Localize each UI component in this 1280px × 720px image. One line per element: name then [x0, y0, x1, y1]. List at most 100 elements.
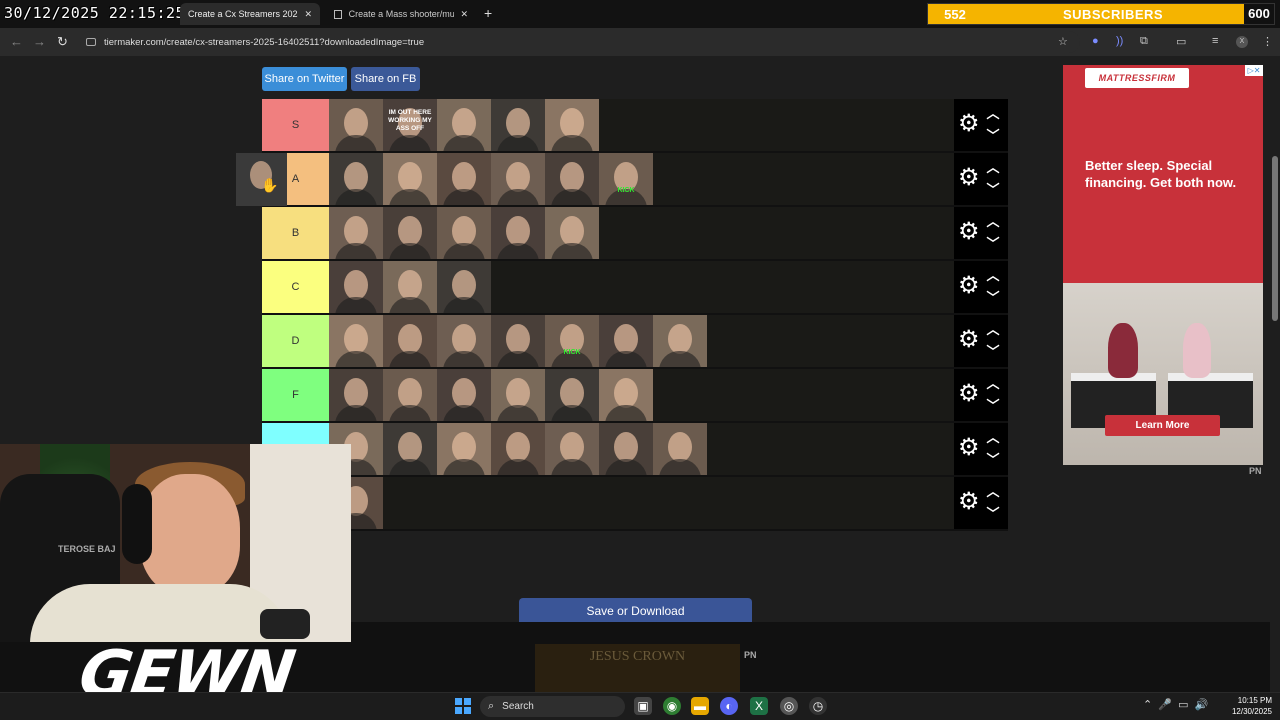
gear-icon[interactable]: ⚙ — [958, 220, 980, 244]
back-icon[interactable]: ← — [10, 34, 23, 49]
page-scrollbar[interactable] — [1270, 56, 1280, 692]
cast-icon[interactable]: ▭ — [1176, 35, 1186, 48]
menu-icon[interactable]: ⋮ — [1262, 35, 1273, 48]
chrome-icon[interactable]: ◉ — [663, 697, 681, 715]
clock-app-icon[interactable]: ◷ — [809, 697, 827, 715]
site-info-icon[interactable] — [86, 38, 96, 46]
streamer-thumbnail[interactable] — [545, 369, 599, 421]
puzzle-icon[interactable]: ⧉ — [1140, 35, 1148, 48]
move-up-icon[interactable]: ︿ — [984, 481, 1002, 500]
file-explorer-icon[interactable]: ▬ — [691, 697, 709, 715]
streamer-thumbnail[interactable] — [545, 153, 599, 205]
close-icon[interactable]: ✕ — [460, 9, 468, 20]
move-down-icon[interactable]: ﹀ — [984, 341, 1002, 360]
excel-icon[interactable]: X — [750, 697, 768, 715]
move-down-icon[interactable]: ﹀ — [984, 449, 1002, 468]
streamer-thumbnail[interactable] — [329, 207, 383, 259]
streamer-thumbnail[interactable] — [491, 423, 545, 475]
gear-icon[interactable]: ⚙ — [958, 166, 980, 190]
tier-label[interactable]: C — [262, 261, 329, 313]
streamer-thumbnail[interactable] — [437, 423, 491, 475]
bottom-ad-image[interactable]: JESUS CROWN — [535, 644, 740, 692]
tier-label[interactable]: D — [262, 315, 329, 367]
address-bar[interactable]: tiermaker.com/create/cx-streamers-2025-1… — [80, 31, 1080, 53]
streamer-thumbnail[interactable] — [491, 315, 545, 367]
gear-icon[interactable]: ⚙ — [958, 274, 980, 298]
streamer-thumbnail[interactable]: IM OUT HERE WORKING MY ASS OFF — [383, 99, 437, 151]
move-down-icon[interactable]: ﹀ — [984, 179, 1002, 198]
streamer-thumbnail[interactable] — [437, 315, 491, 367]
streamer-thumbnail[interactable] — [545, 99, 599, 151]
taskbar-clock[interactable]: 10:15 PM 12/30/2025 — [1222, 695, 1272, 717]
discord-icon[interactable]: ◐ — [720, 697, 738, 715]
tier-label[interactable]: B — [262, 207, 329, 259]
streamer-thumbnail[interactable] — [437, 153, 491, 205]
task-view-icon[interactable]: ▣ — [634, 697, 652, 715]
forward-icon[interactable]: → — [33, 34, 46, 49]
move-up-icon[interactable]: ︿ — [984, 103, 1002, 122]
streamer-thumbnail[interactable] — [545, 423, 599, 475]
streamer-thumbnail[interactable] — [491, 153, 545, 205]
ad-close-icon[interactable]: ▷✕ — [1245, 65, 1263, 76]
gear-icon[interactable]: ⚙ — [958, 112, 980, 136]
save-download-button[interactable]: Save or Download — [519, 598, 752, 624]
streamer-thumbnail[interactable] — [383, 153, 437, 205]
streamer-thumbnail[interactable] — [545, 207, 599, 259]
streamer-thumbnail[interactable]: KICK — [599, 153, 653, 205]
streamer-thumbnail[interactable] — [437, 369, 491, 421]
new-tab-button[interactable]: + — [484, 5, 492, 21]
move-down-icon[interactable]: ﹀ — [984, 287, 1002, 306]
streamer-thumbnail[interactable] — [383, 423, 437, 475]
move-down-icon[interactable]: ﹀ — [984, 503, 1002, 522]
media-icon[interactable]: ≡ — [1212, 35, 1218, 47]
windows-start-icon[interactable] — [455, 698, 471, 714]
streamer-thumbnail[interactable] — [437, 261, 491, 313]
reload-icon[interactable]: ↻ — [57, 34, 68, 50]
tab-second[interactable]: Create a Mass shooter/murder ✕ — [326, 3, 476, 25]
gear-icon[interactable]: ⚙ — [958, 490, 980, 514]
tier-label[interactable]: F — [262, 369, 329, 421]
bookmark-star-icon[interactable]: ☆ — [1058, 35, 1068, 48]
share-twitter-button[interactable]: Share on Twitter — [262, 67, 347, 91]
move-down-icon[interactable]: ﹀ — [984, 395, 1002, 414]
tier-label[interactable]: S — [262, 99, 329, 151]
streamer-thumbnail[interactable] — [599, 423, 653, 475]
move-up-icon[interactable]: ︿ — [984, 373, 1002, 392]
streamer-thumbnail[interactable] — [653, 423, 707, 475]
tab-tiermaker[interactable]: Create a Cx Streamers 2025 Tie ✕ — [180, 3, 320, 25]
gear-icon[interactable]: ⚙ — [958, 328, 980, 352]
move-up-icon[interactable]: ︿ — [984, 265, 1002, 284]
streamer-thumbnail[interactable] — [329, 261, 383, 313]
audio-extension-icon[interactable]: )) — [1116, 35, 1123, 47]
streamer-thumbnail[interactable] — [329, 99, 383, 151]
gear-icon[interactable]: ⚙ — [958, 382, 980, 406]
streamer-thumbnail[interactable] — [383, 369, 437, 421]
move-up-icon[interactable]: ︿ — [984, 427, 1002, 446]
move-up-icon[interactable]: ︿ — [984, 319, 1002, 338]
scrollbar-thumb[interactable] — [1272, 156, 1278, 321]
streamer-thumbnail[interactable] — [329, 153, 383, 205]
streamer-thumbnail[interactable] — [491, 207, 545, 259]
streamer-thumbnail[interactable] — [653, 315, 707, 367]
share-fb-button[interactable]: Share on FB — [351, 67, 420, 91]
streamer-thumbnail[interactable] — [329, 369, 383, 421]
learn-more-button[interactable]: Learn More — [1105, 415, 1220, 436]
streamer-thumbnail[interactable] — [491, 369, 545, 421]
streamer-thumbnail[interactable]: KICK — [545, 315, 599, 367]
streamer-thumbnail[interactable] — [599, 315, 653, 367]
move-down-icon[interactable]: ﹀ — [984, 125, 1002, 144]
streamer-thumbnail[interactable] — [491, 99, 545, 151]
gear-icon[interactable]: ⚙ — [958, 436, 980, 460]
system-tray[interactable]: ⌃ 🎤 ▭ 🔊 — [1143, 698, 1208, 711]
streamer-thumbnail[interactable] — [437, 207, 491, 259]
streamer-thumbnail[interactable] — [383, 207, 437, 259]
mattress-ad[interactable]: MATTRESSFIRM ▷✕ Better sleep. Special fi… — [1063, 65, 1263, 465]
move-down-icon[interactable]: ﹀ — [984, 233, 1002, 252]
move-up-icon[interactable]: ︿ — [984, 157, 1002, 176]
app-icon[interactable]: ◎ — [780, 697, 798, 715]
streamer-thumbnail[interactable] — [383, 315, 437, 367]
extension-icon[interactable]: ● — [1092, 35, 1099, 47]
streamer-thumbnail[interactable] — [437, 99, 491, 151]
profile-avatar[interactable]: X — [1236, 36, 1248, 48]
streamer-thumbnail[interactable] — [329, 315, 383, 367]
